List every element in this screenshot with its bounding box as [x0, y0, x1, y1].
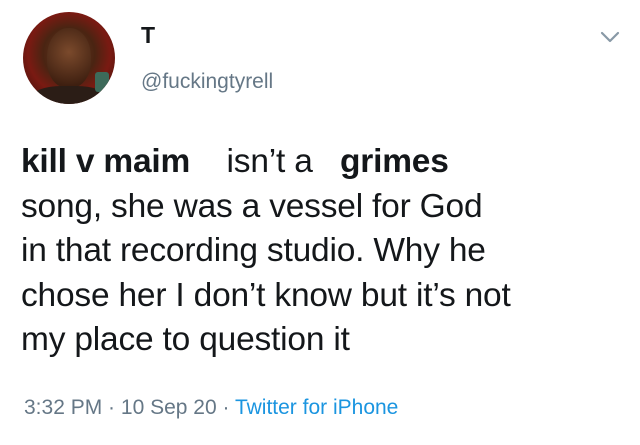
tweet-date[interactable]: 10 Sep 20 — [121, 396, 217, 419]
tweet-text-line: my place to question it — [21, 321, 350, 359]
avatar-face — [47, 28, 91, 88]
song-title: kill v maim — [21, 143, 191, 180]
tweet-source-link[interactable]: Twitter for iPhone — [235, 396, 398, 419]
avatar[interactable] — [23, 12, 115, 104]
meta-separator: · — [102, 396, 121, 419]
author-handle[interactable]: @fuckingtyrell — [141, 71, 273, 92]
tweet-meta: 3:32 PM · 10 Sep 20 · Twitter for iPhone — [24, 397, 398, 418]
tweet-text: kill v maim isn’t a grimes song, she was… — [21, 140, 631, 363]
tweet-time[interactable]: 3:32 PM — [24, 396, 102, 419]
tweet-text-line: in that recording studio. Why he — [21, 232, 486, 270]
tweet-text-line: song, she was a vessel for God — [21, 187, 483, 225]
tweet-text-line: chose her I don’t know but it’s not — [21, 276, 511, 314]
tweet-text-segment: isn’t a — [190, 143, 340, 180]
tweet-text-line: kill v maim isn’t a grimes — [21, 140, 631, 185]
avatar-background-detail — [95, 72, 109, 92]
artist-name: grimes — [340, 143, 449, 180]
author-display-name[interactable]: T — [141, 24, 155, 47]
chevron-down-icon[interactable] — [600, 31, 620, 43]
meta-separator: · — [216, 396, 235, 419]
